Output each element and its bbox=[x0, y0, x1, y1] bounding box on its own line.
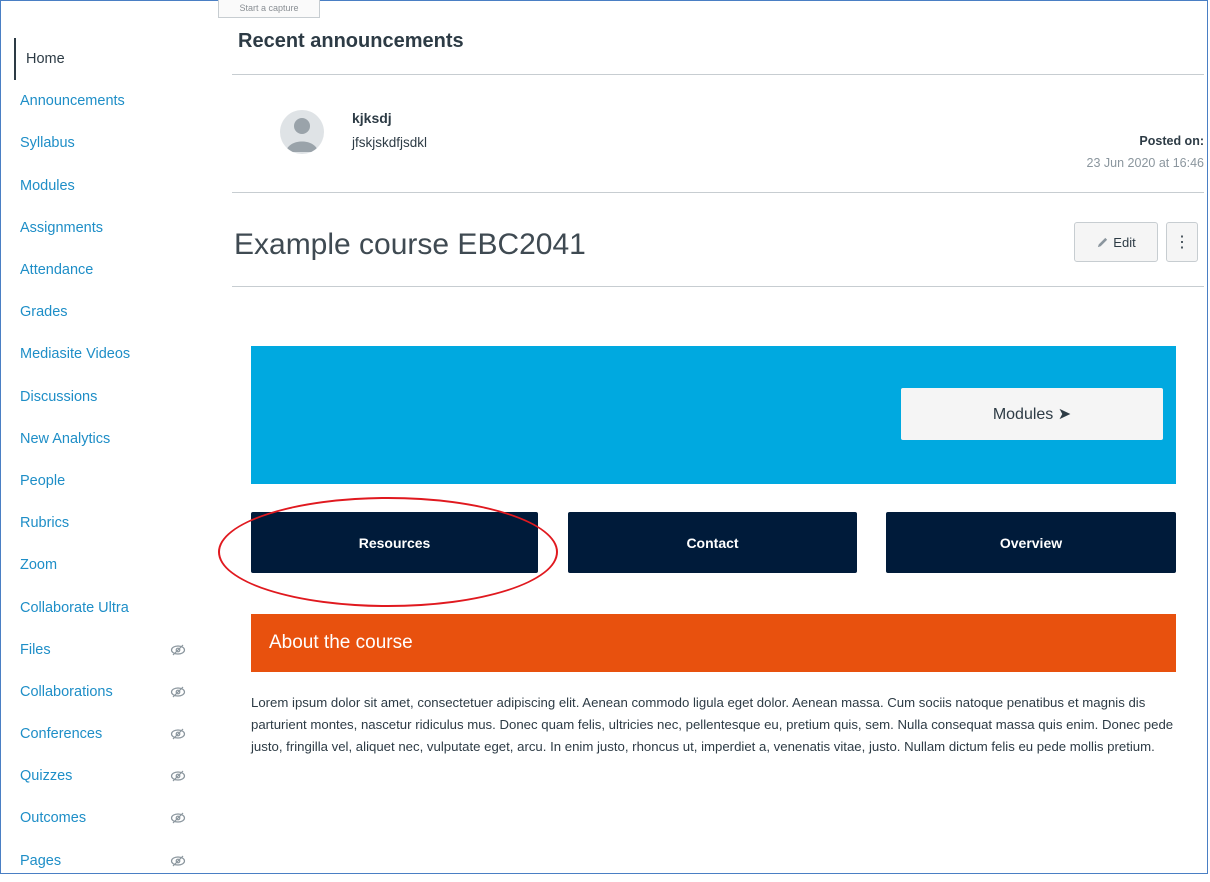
sidebar-item-discussions[interactable]: Discussions bbox=[14, 376, 204, 418]
about-the-course-heading: About the course bbox=[251, 614, 1176, 672]
posted-on-label: Posted on: bbox=[1139, 134, 1204, 148]
sidebar-item-assignments[interactable]: Assignments bbox=[14, 207, 204, 249]
contact-button[interactable]: Contact bbox=[568, 512, 857, 573]
course-navigation: Home Announcements Syllabus Modules Assi… bbox=[14, 38, 204, 882]
sidebar-item-conferences[interactable]: Conferences bbox=[14, 713, 204, 755]
sidebar-item-label: Pages bbox=[20, 852, 62, 869]
recent-announcements-heading: Recent announcements bbox=[238, 30, 464, 52]
resources-button[interactable]: Resources bbox=[251, 512, 538, 573]
eye-slash-icon bbox=[170, 728, 186, 740]
sidebar-item-attendance[interactable]: Attendance bbox=[14, 249, 204, 291]
sidebar-item-label: Assignments bbox=[20, 219, 104, 236]
modules-button[interactable]: Modules ➤ bbox=[901, 388, 1163, 440]
sidebar-item-label: Attendance bbox=[20, 262, 94, 279]
eye-slash-icon bbox=[170, 644, 186, 656]
more-options-button[interactable]: ⋮ bbox=[1166, 222, 1198, 262]
sidebar-item-label: Discussions bbox=[20, 388, 98, 405]
sidebar-item-label: Outcomes bbox=[20, 810, 87, 827]
sidebar-item-label: Grades bbox=[20, 304, 68, 321]
sidebar-item-label: Mediasite Videos bbox=[20, 346, 131, 363]
sidebar-item-label: Rubrics bbox=[20, 515, 70, 532]
about-course-text: Lorem ipsum dolor sit amet, consectetuer… bbox=[251, 695, 1174, 754]
edit-button-label: Edit bbox=[1113, 234, 1136, 250]
pencil-icon bbox=[1098, 237, 1108, 247]
sidebar-item-label: Quizzes bbox=[20, 768, 73, 785]
start-capture-tab[interactable]: Start a capture bbox=[218, 0, 320, 18]
divider bbox=[232, 192, 1204, 193]
eye-slash-icon bbox=[170, 855, 186, 867]
sidebar-item-files[interactable]: Files bbox=[14, 629, 204, 671]
sidebar-item-label: Collaborations bbox=[20, 683, 113, 700]
sidebar-item-label: Announcements bbox=[20, 93, 125, 110]
sidebar-item-announcements[interactable]: Announcements bbox=[14, 80, 204, 122]
sidebar-item-label: People bbox=[20, 472, 66, 489]
overview-button[interactable]: Overview bbox=[886, 512, 1176, 573]
sidebar-item-outcomes[interactable]: Outcomes bbox=[14, 797, 204, 839]
eye-slash-icon bbox=[170, 686, 186, 698]
sidebar-item-label: Syllabus bbox=[20, 135, 75, 152]
announcement-body: jfskjskdfjsdkl bbox=[352, 135, 428, 150]
sidebar-item-quizzes[interactable]: Quizzes bbox=[14, 755, 204, 797]
sidebar-item-new-analytics[interactable]: New Analytics bbox=[14, 418, 204, 460]
eye-slash-icon bbox=[170, 813, 186, 824]
sidebar-item-label: Collaborate Ultra bbox=[20, 599, 129, 616]
sidebar-item-modules[interactable]: Modules bbox=[14, 165, 204, 207]
page-title: Example course EBC2041 bbox=[234, 228, 586, 261]
user-avatar-icon bbox=[280, 110, 324, 154]
sidebar-item-label: Files bbox=[20, 641, 51, 658]
sidebar-item-mediasite-videos[interactable]: Mediasite Videos bbox=[14, 333, 204, 375]
course-banner: Modules ➤ bbox=[251, 346, 1176, 484]
sidebar-item-people[interactable]: People bbox=[14, 460, 204, 502]
sidebar-item-syllabus[interactable]: Syllabus bbox=[14, 122, 204, 164]
sidebar-item-collaborate-ultra[interactable]: Collaborate Ultra bbox=[14, 586, 204, 628]
sidebar-item-label: Zoom bbox=[20, 557, 58, 574]
sidebar-item-zoom[interactable]: Zoom bbox=[14, 544, 204, 586]
sidebar-item-label: Modules bbox=[20, 177, 75, 194]
divider bbox=[232, 74, 1204, 75]
sidebar-item-label: Conferences bbox=[20, 726, 103, 743]
sidebar-item-rubrics[interactable]: Rubrics bbox=[14, 502, 204, 544]
sidebar-item-pages[interactable]: Pages bbox=[14, 840, 204, 882]
edit-button[interactable]: Edit bbox=[1074, 222, 1158, 262]
posted-date: 23 Jun 2020 at 16:46 bbox=[1086, 156, 1204, 170]
kebab-menu-icon: ⋮ bbox=[1174, 234, 1190, 251]
sidebar-item-home[interactable]: Home bbox=[14, 38, 204, 81]
sidebar-item-collaborations[interactable]: Collaborations bbox=[14, 671, 204, 713]
eye-slash-icon bbox=[170, 770, 186, 782]
sidebar-item-grades[interactable]: Grades bbox=[14, 291, 204, 333]
divider bbox=[232, 286, 1204, 287]
sidebar-item-label: New Analytics bbox=[20, 430, 111, 447]
sidebar-item-label: Home bbox=[26, 51, 65, 68]
announcement-title[interactable]: kjksdj bbox=[352, 110, 392, 126]
